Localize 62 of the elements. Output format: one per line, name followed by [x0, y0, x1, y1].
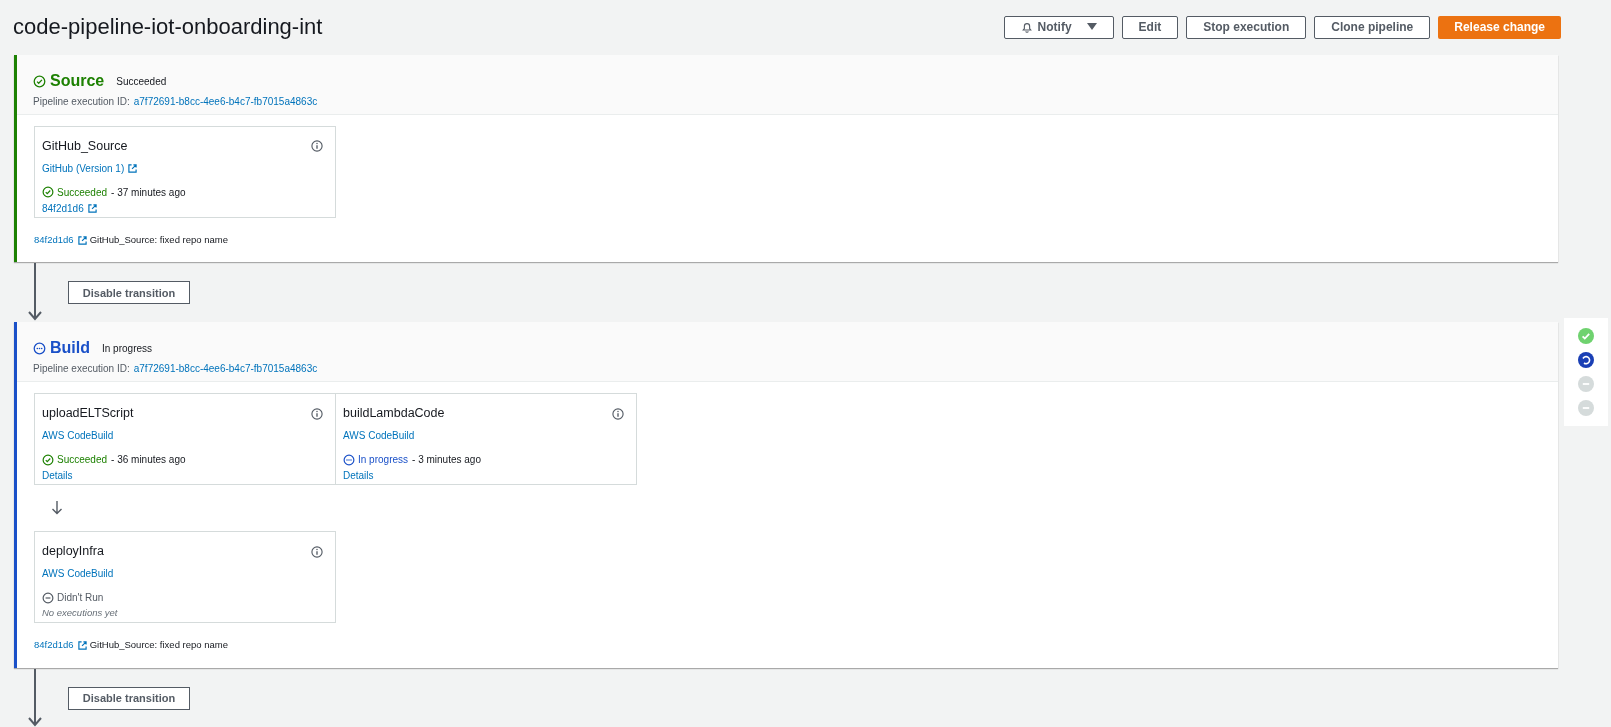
action-name: deployInfra	[42, 543, 104, 561]
info-icon	[311, 407, 323, 420]
provider-link[interactable]: AWS CodeBuild	[42, 428, 114, 443]
info-icon	[311, 140, 323, 153]
disable-transition-button[interactable]: Disable transition	[68, 281, 190, 305]
refresh-circle-icon	[1578, 352, 1594, 368]
external-link-icon	[87, 203, 97, 213]
in-progress-icon	[33, 341, 46, 355]
action-status: Succeeded	[57, 185, 108, 200]
success-icon	[42, 186, 54, 199]
stage-status: In progress	[102, 341, 153, 356]
action-name: uploadELTScript	[42, 405, 134, 423]
provider-link[interactable]: GitHub (Version 1)	[42, 160, 138, 176]
execution-id-link[interactable]: a7f72691-b8cc-4ee6-b4c7-fb7015a4863c	[133, 94, 318, 109]
execution-id-label: Pipeline execution ID:	[33, 362, 130, 377]
down-arrow-icon	[28, 668, 42, 727]
provider-link[interactable]: AWS CodeBuild	[42, 566, 114, 581]
minus-circle-icon	[1578, 376, 1594, 392]
action-time: - 37 minutes ago	[111, 185, 186, 200]
commit-link[interactable]: 84f2d1d6	[42, 200, 97, 216]
execution-id-link[interactable]: a7f72691-b8cc-4ee6-b4c7-fb7015a4863c	[133, 361, 318, 377]
action-status: Didn't Run	[57, 591, 104, 605]
details-link[interactable]: Details	[343, 468, 374, 483]
down-arrow-icon	[28, 263, 42, 322]
external-link-icon	[128, 163, 138, 173]
minus-circle-icon	[1578, 400, 1594, 416]
action-time: - 36 minutes ago	[111, 453, 186, 467]
action-name: buildLambdaCode	[343, 405, 445, 423]
down-arrow-icon	[51, 501, 63, 516]
no-executions-text: No executions yet	[42, 606, 119, 620]
stage-name: Source	[50, 71, 105, 91]
revision-message: GitHub_Source: fixed repo name	[89, 638, 228, 653]
release-change-button[interactable]: Release change	[1438, 15, 1561, 39]
info-icon	[612, 407, 624, 420]
notify-button[interactable]: Notify	[1003, 15, 1114, 39]
action-name: GitHub_Source	[42, 138, 128, 155]
success-icon	[33, 74, 46, 88]
external-link-icon	[77, 235, 87, 245]
action-status: Succeeded	[57, 453, 108, 467]
revision-link[interactable]: 84f2d1d6	[34, 233, 74, 248]
revision-link[interactable]: 84f2d1d6	[34, 638, 74, 653]
action-time: - 3 minutes ago	[412, 453, 481, 467]
provider-link[interactable]: AWS CodeBuild	[343, 428, 415, 443]
in-progress-icon	[343, 453, 355, 466]
revision-message: GitHub_Source: fixed repo name	[89, 233, 228, 247]
caret-down-icon	[1086, 23, 1097, 31]
header-button[interactable]: Stop execution	[1186, 15, 1307, 39]
info-icon	[311, 545, 323, 558]
header-button[interactable]: Edit	[1121, 15, 1179, 39]
bell-icon	[1020, 21, 1033, 33]
external-link-icon	[77, 640, 87, 650]
execution-id-label: Pipeline execution ID:	[33, 95, 130, 109]
disable-transition-button[interactable]: Disable transition	[68, 686, 190, 710]
header-button[interactable]: Clone pipeline	[1314, 15, 1431, 39]
action-status: In progress	[358, 453, 409, 467]
minus-circle-icon	[42, 591, 54, 604]
success-icon	[42, 453, 54, 466]
page-title: code-pipeline-iot-onboarding-int	[13, 13, 323, 41]
stage-status: Succeeded	[116, 74, 167, 89]
details-link[interactable]: Details	[42, 468, 73, 483]
check-circle-icon	[1578, 328, 1594, 344]
stage-name: Build	[50, 338, 90, 359]
